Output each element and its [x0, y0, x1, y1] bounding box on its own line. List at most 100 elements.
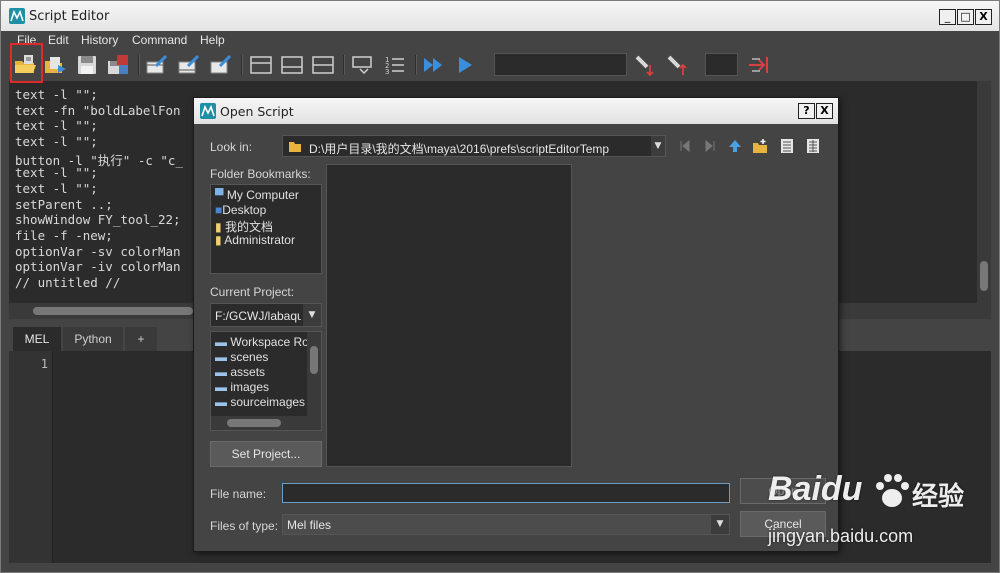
history-line: optionVar -iv colorMan: [15, 259, 181, 274]
history-line: file -f -new;: [15, 228, 113, 243]
search-field[interactable]: [494, 53, 627, 76]
echo-all-commands-icon[interactable]: [350, 53, 376, 77]
back-icon[interactable]: [677, 138, 693, 154]
maya-logo-icon: [200, 103, 216, 119]
project-folder-item[interactable]: ▬ assets: [215, 365, 265, 379]
toolbar: 1 2 3: [1, 49, 999, 81]
file-name-input[interactable]: [282, 483, 730, 503]
chevron-down-icon[interactable]: ▼: [711, 515, 729, 534]
file-list[interactable]: [326, 164, 572, 467]
clear-all-icon[interactable]: [208, 53, 234, 77]
maya-logo-icon: [9, 8, 25, 24]
project-folder-item[interactable]: ▬ scenes: [215, 350, 268, 364]
user-folder-icon: ▮: [215, 233, 222, 247]
history-vertical-scrollbar[interactable]: [977, 81, 991, 319]
folder-bookmarks-label: Folder Bookmarks:: [210, 167, 311, 181]
bookmark-label: 我的文档: [224, 220, 273, 234]
goto-line-field[interactable]: [705, 53, 738, 76]
goto-line-icon[interactable]: [746, 53, 772, 77]
forward-icon[interactable]: [702, 138, 718, 154]
current-project-combo[interactable]: F:/GCWJ/labaqu ▼: [210, 303, 322, 327]
save-to-shelf-icon[interactable]: [105, 53, 131, 77]
folder-icon: [289, 142, 301, 152]
computer-icon: ▀: [215, 188, 224, 202]
scroll-thumb[interactable]: [33, 307, 193, 315]
history-line: setParent ..;: [15, 197, 113, 212]
line-numbers-icon[interactable]: 1 2 3: [382, 53, 408, 77]
new-folder-icon[interactable]: [752, 138, 768, 154]
menu-command[interactable]: Command: [132, 33, 187, 47]
folder-label: sourceimages: [230, 395, 306, 409]
chevron-down-icon[interactable]: ▼: [303, 304, 321, 326]
history-line: showWindow FY_tool_22;: [15, 212, 181, 227]
bookmark-desktop[interactable]: ■Desktop: [215, 203, 266, 217]
svg-text:3: 3: [385, 68, 389, 76]
files-of-type-combo[interactable]: Mel files ▼: [282, 514, 730, 535]
execute-icon[interactable]: [453, 53, 479, 77]
menu-edit[interactable]: Edit: [48, 33, 69, 47]
tab-add[interactable]: +: [125, 327, 157, 351]
tab-mel[interactable]: MEL: [13, 327, 61, 351]
project-folder-item[interactable]: ▬ images: [215, 380, 269, 394]
project-folder-item[interactable]: ▬ Workspace Roo: [215, 335, 316, 349]
save-script-icon[interactable]: [74, 53, 100, 77]
help-button[interactable]: ?: [798, 103, 815, 119]
tooltip-help-icon[interactable]: [665, 53, 691, 77]
scroll-thumb[interactable]: [980, 261, 988, 291]
folder-icon: ▬: [215, 335, 227, 349]
show-history-icon[interactable]: [248, 53, 274, 77]
menu-help[interactable]: Help: [200, 33, 225, 47]
set-project-button[interactable]: Set Project...: [210, 441, 322, 467]
project-folder-item[interactable]: ▬ sourceimages: [215, 395, 305, 409]
bookmarks-list[interactable]: ▀ My Computer ■Desktop ▮ 我的文档 ▮ Administ…: [210, 184, 322, 274]
bookmark-administrator[interactable]: ▮ Administrator: [215, 233, 295, 247]
folders-vertical-scrollbar[interactable]: [307, 332, 321, 416]
history-line: text -l "";: [15, 118, 98, 133]
look-in-combo[interactable]: D:\用户目录\我的文档\maya\2016\prefs\scriptEdito…: [282, 135, 666, 157]
source-script-icon[interactable]: [42, 53, 68, 77]
open-script-dialog: Open Script ? X Look in: D:\用户目录\我的文档\ma…: [193, 97, 839, 552]
project-folders-list[interactable]: ▬ Workspace Roo ▬ scenes ▬ assets ▬ imag…: [210, 331, 322, 431]
menu-history[interactable]: History: [81, 33, 118, 47]
look-in-value: D:\用户目录\我的文档\maya\2016\prefs\scriptEdito…: [309, 142, 610, 156]
watermark-brand: Baidu: [768, 470, 863, 508]
file-name-label: File name:: [210, 487, 267, 501]
folders-horizontal-scrollbar[interactable]: [211, 416, 321, 430]
folder-label: scenes: [230, 350, 269, 364]
minimize-button[interactable]: _: [939, 9, 956, 25]
title-bar: Script Editor _ □ X: [1, 1, 999, 31]
folder-icon: ▬: [215, 380, 227, 394]
scroll-thumb[interactable]: [227, 419, 281, 427]
folder-label: Workspace Roo: [230, 335, 316, 349]
list-view-icon[interactable]: [779, 138, 795, 154]
chevron-down-icon[interactable]: ▼: [651, 136, 665, 156]
detail-view-icon[interactable]: [805, 138, 821, 154]
clear-history-icon[interactable]: [144, 53, 170, 77]
menu-bar: File Edit History Command Help: [1, 31, 999, 49]
line-number: 1: [40, 357, 48, 371]
watermark-sub: 经验: [912, 481, 965, 511]
line-number-gutter: 1: [9, 351, 53, 563]
quick-help-icon[interactable]: [633, 53, 659, 77]
window-title: Script Editor: [29, 9, 110, 24]
bookmark-label: My Computer: [226, 188, 299, 202]
close-button[interactable]: X: [975, 9, 992, 25]
tab-python[interactable]: Python: [63, 327, 123, 351]
parent-directory-icon[interactable]: [727, 138, 743, 154]
folder-icon: ▬: [215, 395, 227, 409]
baidu-watermark: Baidu 经验 jingyan.baidu.com: [766, 466, 966, 556]
clear-input-icon[interactable]: [176, 53, 202, 77]
document-icon: ▮: [215, 220, 222, 234]
current-project-value: F:/GCWJ/labaqu: [215, 309, 301, 323]
show-input-icon[interactable]: [279, 53, 305, 77]
history-line: text -fn "boldLabelFon: [15, 103, 181, 118]
execute-all-icon[interactable]: [421, 53, 447, 77]
bookmark-label: Desktop: [222, 203, 267, 217]
bookmark-my-computer[interactable]: ▀ My Computer: [215, 188, 299, 202]
folder-label: images: [230, 380, 270, 394]
show-both-icon[interactable]: [310, 53, 336, 77]
dialog-close-button[interactable]: X: [816, 103, 833, 119]
restore-button[interactable]: □: [957, 9, 974, 25]
paw-icon: [876, 474, 909, 507]
scroll-thumb[interactable]: [310, 346, 318, 374]
